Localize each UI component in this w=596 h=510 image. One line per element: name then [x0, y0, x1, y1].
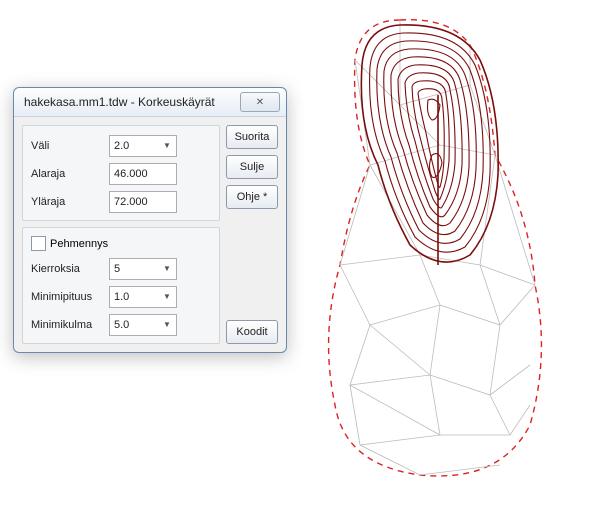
contour-dialog: hakekasa.mm1.tdw - Korkeuskäyrät ✕ Väli …	[13, 87, 287, 353]
ylaraja-label: Yläraja	[31, 196, 109, 208]
close-icon: ✕	[256, 97, 264, 108]
vali-combo[interactable]: 2.0 ▼	[109, 135, 177, 157]
close-button[interactable]: ✕	[240, 92, 280, 112]
koodit-label: Koodit	[236, 326, 267, 338]
ylaraja-input[interactable]	[109, 191, 177, 213]
suorita-button[interactable]: Suorita	[226, 125, 278, 149]
alaraja-input[interactable]	[109, 163, 177, 185]
kierroksia-value: 5	[114, 263, 120, 275]
ohje-label: Ohje *	[237, 191, 268, 203]
titlebar[interactable]: hakekasa.mm1.tdw - Korkeuskäyrät ✕	[14, 88, 286, 117]
minimikulma-label: Minimikulma	[31, 319, 109, 331]
range-group: Väli 2.0 ▼ Alaraja Yläraja	[22, 125, 220, 221]
pehmennys-label: Pehmennys	[50, 238, 108, 250]
smoothing-group: Pehmennys Kierroksia 5 ▼ Minimipituus 1.…	[22, 227, 220, 344]
sulje-label: Sulje	[240, 161, 264, 173]
kierroksia-combo[interactable]: 5 ▼	[109, 258, 177, 280]
window-title: hakekasa.mm1.tdw - Korkeuskäyrät	[24, 95, 240, 109]
ohje-button[interactable]: Ohje *	[226, 185, 278, 209]
minimipituus-label: Minimipituus	[31, 291, 109, 303]
alaraja-label: Alaraja	[31, 168, 109, 180]
chevron-down-icon: ▼	[160, 138, 174, 152]
vali-value: 2.0	[114, 140, 129, 152]
kierroksia-label: Kierroksia	[31, 263, 109, 275]
vali-label: Väli	[31, 140, 109, 152]
sulje-button[interactable]: Sulje	[226, 155, 278, 179]
chevron-down-icon: ▼	[160, 261, 174, 275]
chevron-down-icon: ▼	[160, 289, 174, 303]
pehmennys-checkbox[interactable]	[31, 236, 46, 251]
koodit-button[interactable]: Koodit	[226, 320, 278, 344]
suorita-label: Suorita	[235, 131, 270, 143]
minimipituus-combo[interactable]: 1.0 ▼	[109, 286, 177, 308]
minimipituus-value: 1.0	[114, 291, 129, 303]
chevron-down-icon: ▼	[160, 317, 174, 331]
minimikulma-value: 5.0	[114, 319, 129, 331]
contour-viewport	[300, 5, 590, 500]
minimikulma-combo[interactable]: 5.0 ▼	[109, 314, 177, 336]
